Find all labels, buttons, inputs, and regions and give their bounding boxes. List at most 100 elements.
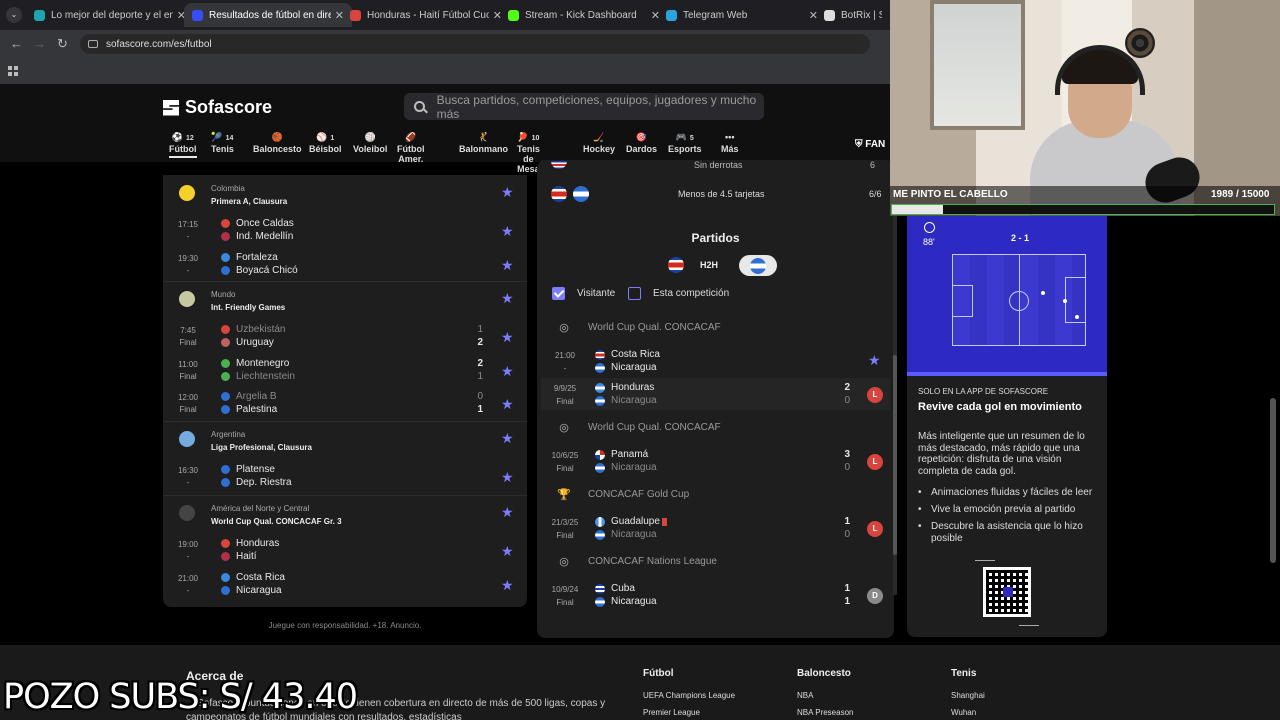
competition-name[interactable]: World Cup Qual. CONCACAF	[588, 322, 721, 333]
away-team[interactable]: Nicaragua	[595, 596, 657, 607]
away-team[interactable]: Nicaragua	[595, 462, 657, 473]
league-name[interactable]: Liga Profesional, Clausura	[211, 443, 312, 452]
app-qr-code[interactable]	[983, 567, 1031, 617]
home-team[interactable]: Montenegro	[221, 358, 289, 369]
back-icon[interactable]: ←	[10, 36, 23, 51]
away-team[interactable]: Ind. Medellín	[221, 231, 293, 242]
home-team[interactable]: Costa Rica	[221, 572, 285, 583]
away-team[interactable]: Nicaragua	[595, 362, 657, 373]
footer-link[interactable]: UEFA Champions League	[643, 691, 735, 700]
sport-tab-baseball[interactable]: ⚾ 1 Béisbol	[309, 132, 342, 154]
h2h-tab[interactable]: H2H	[700, 260, 718, 270]
away-team[interactable]: Boyacá Chicó	[221, 265, 298, 276]
sport-tab-esports[interactable]: 🎮 5 Esports	[668, 132, 702, 154]
fan-button[interactable]: ⛨ FAN	[855, 139, 885, 150]
sport-tab-tennis[interactable]: 🎾 14 Tenis	[211, 132, 234, 154]
sport-tab-american-football[interactable]: 🏈 Fútbol Amer.	[397, 132, 425, 164]
sport-tab-more[interactable]: ••• Más	[721, 132, 739, 154]
search-input[interactable]: Busca partidos, competiciones, equipos, …	[404, 93, 764, 121]
league-name[interactable]: Primera A, Clausura	[211, 197, 287, 206]
footer-link[interactable]: NBA	[797, 691, 813, 700]
home-team[interactable]: Cuba	[595, 583, 635, 594]
footer-link[interactable]: Shanghai	[951, 691, 985, 700]
browser-tab[interactable]: Honduras - Haití Fútbol Cuotas✕	[342, 3, 510, 27]
competition-name[interactable]: World Cup Qual. CONCACAF	[588, 422, 721, 433]
footer-link[interactable]: Wuhan	[951, 708, 976, 717]
favorite-match-star-icon[interactable]: ★	[868, 352, 881, 369]
home-team[interactable]: Honduras	[221, 538, 279, 549]
away-team[interactable]: Nicaragua	[221, 585, 282, 596]
favorite-match-star-icon[interactable]: ★	[501, 543, 514, 560]
home-team-flag-icon	[595, 583, 605, 594]
sport-tab-handball[interactable]: 🤾 Balonmano	[459, 132, 508, 154]
away-team[interactable]: Nicaragua	[595, 395, 657, 406]
away-team[interactable]: Dep. Riestra	[221, 477, 292, 488]
favorite-league-star-icon[interactable]: ★	[501, 504, 514, 521]
away-team[interactable]: Palestina	[221, 404, 277, 415]
home-team[interactable]: Once Caldas	[221, 218, 294, 229]
league-name[interactable]: Int. Friendly Games	[211, 303, 285, 312]
sport-tab-volleyball[interactable]: 🏐 Voleibol	[353, 132, 387, 154]
favorite-match-star-icon[interactable]: ★	[501, 469, 514, 486]
away-score: 1	[844, 596, 850, 607]
footer-link[interactable]: NBA Preseason	[797, 708, 853, 717]
footer-column-title[interactable]: Baloncesto	[797, 668, 851, 679]
browser-tab[interactable]: Resultados de fútbol en directo✕	[184, 3, 352, 27]
browser-tab[interactable]: Stream - Kick Dashboard ✕	[500, 3, 668, 27]
footer-column-title[interactable]: Fútbol	[643, 668, 674, 679]
away-team[interactable]: Haití	[221, 551, 257, 562]
footer-link[interactable]: Premier League	[643, 708, 700, 717]
away-team-name: Haití	[236, 551, 257, 562]
home-team-name: Guadalupe	[611, 516, 660, 527]
apps-grid-icon[interactable]	[8, 66, 18, 76]
away-team[interactable]: Nicaragua	[595, 529, 657, 540]
sport-tab-darts[interactable]: 🎯 Dardos	[626, 132, 657, 154]
browser-tab[interactable]: Telegram Web ✕	[658, 3, 826, 27]
home-team[interactable]: Argelia B	[221, 391, 277, 402]
sport-tab-football[interactable]: ⚽ 12 Fútbol	[169, 132, 197, 158]
url-field[interactable]: sofascore.com/es/futbol	[80, 34, 870, 54]
sport-tab-hockey[interactable]: 🏒 Hockey	[583, 132, 615, 154]
away-team[interactable]: Uruguay	[221, 337, 274, 348]
home-team[interactable]: Platense	[221, 464, 275, 475]
away-team[interactable]: Liechtenstein	[221, 371, 295, 382]
home-team[interactable]: Costa Rica	[595, 349, 660, 360]
visitante-checkbox[interactable]	[552, 287, 565, 300]
favorite-match-star-icon[interactable]: ★	[501, 363, 514, 380]
tab-title: Telegram Web	[683, 9, 748, 21]
forward-icon[interactable]: →	[33, 36, 46, 51]
sofascore-logo[interactable]: Sofascore	[163, 97, 272, 118]
competition-name[interactable]: CONCACAF Nations League	[588, 556, 717, 567]
favorite-match-star-icon[interactable]: ★	[501, 257, 514, 274]
favorite-league-star-icon[interactable]: ★	[501, 290, 514, 307]
home-team[interactable]: Guadalupe	[595, 516, 667, 527]
tab-search-button[interactable]: ⌄	[6, 7, 22, 23]
competicion-checkbox[interactable]	[628, 287, 641, 300]
tab-favicon-icon	[508, 9, 519, 21]
league-name[interactable]: World Cup Qual. CONCACAF Gr. 3	[211, 517, 342, 526]
home-team[interactable]: Panamá	[595, 449, 648, 460]
browser-tab[interactable]: Lo mejor del deporte y el entre✕	[26, 3, 194, 27]
browser-tab[interactable]: BotRix | Sorte	[816, 3, 890, 27]
favorite-match-star-icon[interactable]: ★	[501, 329, 514, 346]
page-scrollbar[interactable]	[1270, 398, 1276, 563]
favorite-league-star-icon[interactable]: ★	[501, 184, 514, 201]
site-info-icon[interactable]	[88, 40, 98, 48]
favorite-match-star-icon[interactable]: ★	[501, 223, 514, 240]
favorite-match-star-icon[interactable]: ★	[501, 577, 514, 594]
home-team[interactable]: Uzbekistán	[221, 324, 285, 335]
home-team-name: Montenegro	[236, 357, 290, 369]
sport-tab-basketball[interactable]: 🏀 Baloncesto	[253, 132, 302, 154]
home-team[interactable]: Fortaleza	[221, 252, 278, 263]
home-team[interactable]: Honduras	[595, 382, 654, 393]
h2h-match-row[interactable]	[541, 345, 890, 377]
footer-column-title[interactable]: Tenis	[951, 668, 976, 679]
favorite-match-star-icon[interactable]: ★	[501, 396, 514, 413]
tennis-icon: 🎾 14	[211, 132, 234, 142]
away-team-flag-icon	[595, 529, 605, 540]
favorite-league-star-icon[interactable]: ★	[501, 430, 514, 447]
home-filter-costa-rica-flag[interactable]	[668, 257, 684, 273]
match-time: 19:00 -	[169, 539, 207, 563]
competition-name[interactable]: CONCACAF Gold Cup	[588, 489, 689, 500]
reload-icon[interactable]: ↻	[57, 36, 68, 52]
